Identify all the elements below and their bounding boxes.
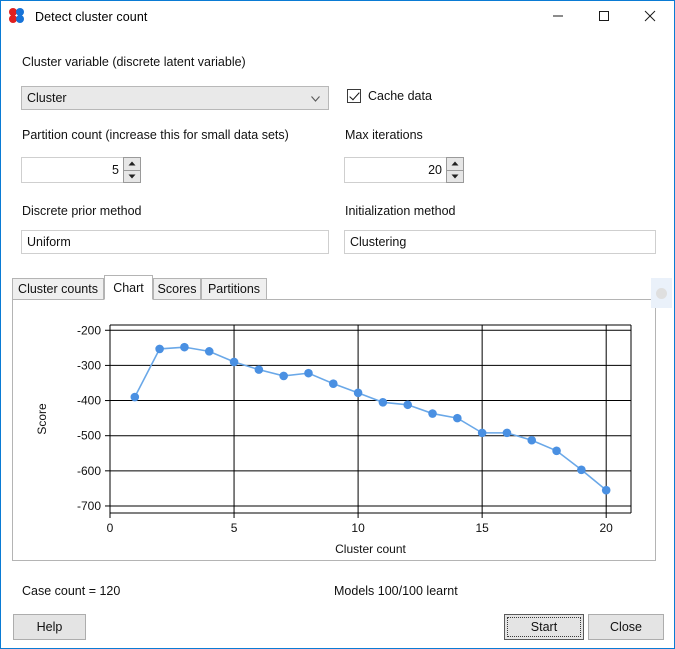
discrete-prior-method-label: Discrete prior method	[22, 204, 142, 218]
cluster-dots-icon	[9, 8, 27, 26]
dialog-window: Detect cluster count Cluster variable (d…	[0, 0, 675, 649]
partition-count-decrement[interactable]	[124, 171, 140, 183]
cluster-variable-label: Cluster variable (discrete latent variab…	[22, 55, 246, 69]
initialization-method-value: Clustering	[350, 235, 406, 249]
data-point	[478, 429, 487, 438]
cache-data-checkbox[interactable]: Cache data	[347, 89, 432, 103]
tab-strip: Cluster counts Chart Scores Partitions	[12, 278, 665, 300]
data-point	[503, 429, 512, 438]
panel-resize-handle[interactable]	[651, 278, 672, 308]
data-point	[155, 345, 164, 354]
cache-data-label: Cache data	[368, 89, 432, 103]
max-iterations-value[interactable]: 20	[344, 157, 446, 183]
help-button-label: Help	[37, 620, 63, 634]
models-learnt-status: Models 100/100 learnt	[334, 584, 458, 598]
max-iterations-stepper[interactable]: 20	[344, 157, 464, 183]
y-tick-label: -200	[77, 323, 101, 337]
partition-count-label: Partition count (increase this for small…	[22, 128, 289, 142]
max-iterations-decrement[interactable]	[447, 171, 463, 183]
y-tick-label: -300	[77, 358, 101, 372]
x-tick-label: 20	[600, 521, 614, 535]
discrete-prior-method-value: Uniform	[27, 235, 71, 249]
tab-chart[interactable]: Chart	[104, 275, 153, 300]
data-point	[453, 414, 462, 423]
y-tick-label: -700	[77, 499, 101, 513]
partition-count-value[interactable]: 5	[21, 157, 123, 183]
data-point	[180, 343, 189, 352]
window-title: Detect cluster count	[35, 10, 147, 24]
help-button[interactable]: Help	[13, 614, 86, 640]
data-point	[230, 358, 239, 367]
case-count-status: Case count = 120	[22, 584, 120, 598]
cluster-variable-select[interactable]: Cluster	[21, 86, 329, 110]
data-point	[602, 486, 611, 495]
data-point	[279, 372, 288, 381]
x-tick-label: 10	[351, 521, 365, 535]
score-vs-cluster-count-chart: -200 -300 -400 -500 -600 -700 0 5 10 15 20 Score Clu…	[13, 300, 655, 560]
tab-label: Chart	[113, 281, 144, 295]
data-point	[205, 347, 214, 356]
tab-label: Partitions	[208, 282, 260, 296]
data-point	[304, 369, 313, 378]
x-tick-label: 0	[107, 521, 114, 535]
max-iterations-increment[interactable]	[447, 158, 463, 171]
y-axis-title: Score	[35, 403, 49, 435]
x-tick-label: 5	[231, 521, 238, 535]
tab-partitions[interactable]: Partitions	[201, 278, 267, 300]
x-axis-title: Cluster count	[335, 542, 406, 556]
max-iterations-label: Max iterations	[345, 128, 423, 142]
data-point	[527, 436, 536, 445]
handle-dot-icon	[656, 288, 667, 299]
title-bar: Detect cluster count	[1, 1, 674, 32]
data-point	[552, 447, 561, 456]
initialization-method-label: Initialization method	[345, 204, 455, 218]
y-tick-label: -400	[77, 394, 101, 408]
tab-cluster-counts[interactable]: Cluster counts	[12, 278, 104, 300]
data-point	[577, 465, 586, 474]
tab-label: Scores	[158, 282, 197, 296]
data-point	[329, 379, 338, 388]
discrete-prior-method-input[interactable]: Uniform	[21, 230, 329, 254]
x-tick-label: 15	[475, 521, 489, 535]
chevron-down-icon	[311, 91, 320, 105]
initialization-method-input[interactable]: Clustering	[344, 230, 656, 254]
data-point	[131, 393, 140, 402]
data-point	[428, 409, 437, 418]
y-tick-label: -500	[77, 429, 101, 443]
data-point	[255, 365, 264, 374]
cluster-variable-value: Cluster	[27, 91, 67, 105]
start-button[interactable]: Start	[504, 614, 584, 640]
close-icon[interactable]	[627, 1, 673, 31]
maximize-icon[interactable]	[581, 1, 627, 31]
close-button-label: Close	[610, 620, 642, 634]
tab-label: Cluster counts	[18, 282, 98, 296]
partition-count-increment[interactable]	[124, 158, 140, 171]
checkbox-check-icon	[347, 89, 361, 103]
partition-count-stepper[interactable]: 5	[21, 157, 141, 183]
tab-panel: -200 -300 -400 -500 -600 -700 0 5 10 15 20 Score Clu…	[12, 299, 656, 561]
y-tick-label: -600	[77, 464, 101, 478]
series-line	[135, 347, 606, 490]
minimize-icon[interactable]	[535, 1, 581, 31]
tab-scores[interactable]: Scores	[153, 278, 201, 300]
data-point	[354, 389, 363, 398]
data-point	[379, 398, 388, 407]
data-point	[403, 400, 412, 409]
close-button[interactable]: Close	[588, 614, 664, 640]
